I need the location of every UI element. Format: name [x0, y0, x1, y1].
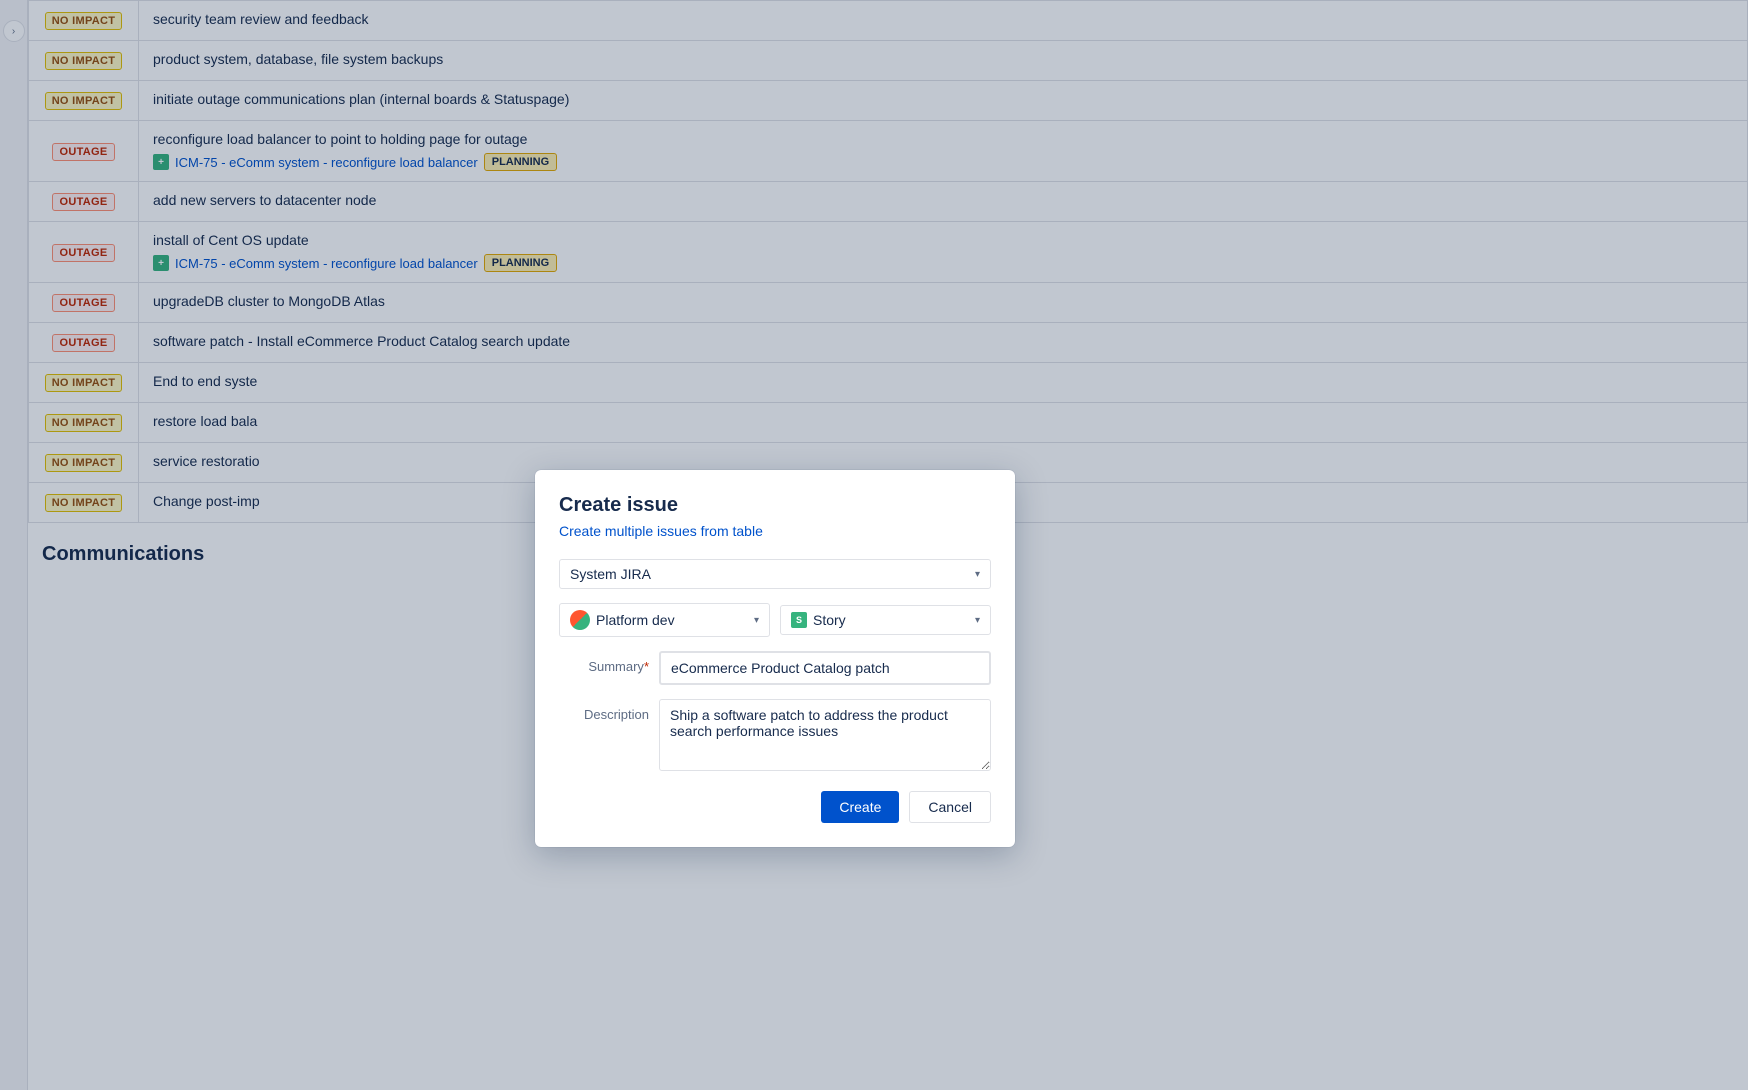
row-description: Change post-imp	[153, 493, 260, 509]
row-description: End to end syste	[153, 373, 257, 389]
row-description: product system, database, file system ba…	[153, 51, 443, 67]
row-description: reconfigure load balancer to point to ho…	[153, 131, 527, 147]
issue-link-text: ICM-75 - eComm system - reconfigure load…	[175, 256, 478, 271]
table-row: OUTAGE upgradeDB cluster to MongoDB Atla…	[29, 283, 1748, 323]
badge-cell: NO IMPACT	[29, 403, 139, 443]
planning-badge: PLANNING	[484, 153, 557, 171]
badge-cell: NO IMPACT	[29, 443, 139, 483]
badge-cell: NO IMPACT	[29, 81, 139, 121]
table-row: OUTAGE install of Cent OS update + ICM-7…	[29, 222, 1748, 283]
project-label: Platform dev	[596, 612, 748, 628]
no-impact-badge: NO IMPACT	[45, 12, 123, 30]
create-issue-modal: Create issue Create multiple issues from…	[535, 470, 1015, 847]
sidebar-toggle-button[interactable]: ›	[3, 20, 25, 42]
cancel-button[interactable]: Cancel	[909, 791, 991, 823]
system-jira-label: System JIRA	[570, 566, 969, 582]
table-row: NO IMPACT restore load bala	[29, 403, 1748, 443]
chevron-down-icon: ▾	[975, 615, 980, 626]
badge-cell: NO IMPACT	[29, 483, 139, 523]
outage-badge: OUTAGE	[52, 334, 114, 352]
create-button[interactable]: Create	[821, 791, 899, 823]
no-impact-badge: NO IMPACT	[45, 52, 123, 70]
sidebar-toggle[interactable]: ›	[0, 0, 28, 1090]
outage-badge: OUTAGE	[52, 294, 114, 312]
description-textarea[interactable]: Ship a software patch to address the pro…	[659, 699, 991, 771]
system-jira-row: System JIRA ▾	[559, 559, 991, 589]
outage-badge: OUTAGE	[52, 143, 114, 161]
issue-link-container: + ICM-75 - eComm system - reconfigure lo…	[153, 153, 1733, 171]
table-row: NO IMPACT End to end syste	[29, 363, 1748, 403]
create-multiple-issues-link[interactable]: Create multiple issues from table	[559, 523, 991, 539]
description-cell: End to end syste	[139, 363, 1748, 403]
system-jira-select[interactable]: System JIRA ▾	[559, 559, 991, 589]
summary-input[interactable]	[659, 651, 991, 685]
description-row: Description Ship a software patch to add…	[559, 699, 991, 771]
description-cell: security team review and feedback	[139, 1, 1748, 41]
row-description: service restoratio	[153, 453, 260, 469]
no-impact-badge: NO IMPACT	[45, 414, 123, 432]
badge-cell: NO IMPACT	[29, 1, 139, 41]
impact-table: NO IMPACT security team review and feedb…	[28, 0, 1748, 523]
issue-icon: +	[153, 255, 169, 271]
table-row: OUTAGE add new servers to datacenter nod…	[29, 182, 1748, 222]
planning-badge: PLANNING	[484, 254, 557, 272]
row-description: upgradeDB cluster to MongoDB Atlas	[153, 293, 385, 309]
table-row: OUTAGE software patch - Install eCommerc…	[29, 323, 1748, 363]
row-description: add new servers to datacenter node	[153, 192, 376, 208]
badge-cell: OUTAGE	[29, 283, 139, 323]
row-description: restore load bala	[153, 413, 257, 429]
badge-cell: OUTAGE	[29, 121, 139, 182]
description-cell: restore load bala	[139, 403, 1748, 443]
story-icon: S	[791, 612, 807, 628]
table-row: NO IMPACT initiate outage communications…	[29, 81, 1748, 121]
no-impact-badge: NO IMPACT	[45, 454, 123, 472]
modal-footer: Create Cancel	[559, 791, 991, 823]
description-cell: product system, database, file system ba…	[139, 41, 1748, 81]
row-description: install of Cent OS update	[153, 232, 309, 248]
modal-title: Create issue	[559, 494, 991, 517]
no-impact-badge: NO IMPACT	[45, 374, 123, 392]
required-indicator: *	[644, 659, 649, 674]
no-impact-badge: NO IMPACT	[45, 92, 123, 110]
no-impact-badge: NO IMPACT	[45, 494, 123, 512]
row-description: software patch - Install eCommerce Produ…	[153, 333, 570, 349]
description-cell: reconfigure load balancer to point to ho…	[139, 121, 1748, 182]
outage-badge: OUTAGE	[52, 193, 114, 211]
badge-cell: OUTAGE	[29, 182, 139, 222]
badge-cell: OUTAGE	[29, 222, 139, 283]
issue-link[interactable]: ICM-75 - eComm system - reconfigure load…	[175, 155, 478, 170]
issue-type-label: Story	[813, 612, 969, 628]
table-row: OUTAGE reconfigure load balancer to poin…	[29, 121, 1748, 182]
issue-link-text: ICM-75 - eComm system - reconfigure load…	[175, 155, 478, 170]
table-row: NO IMPACT product system, database, file…	[29, 41, 1748, 81]
badge-cell: NO IMPACT	[29, 363, 139, 403]
issue-type-select[interactable]: S Story ▾	[780, 605, 991, 635]
description-cell: initiate outage communications plan (int…	[139, 81, 1748, 121]
outage-badge: OUTAGE	[52, 244, 114, 262]
table-row: NO IMPACT security team review and feedb…	[29, 1, 1748, 41]
badge-cell: NO IMPACT	[29, 41, 139, 81]
badge-cell: OUTAGE	[29, 323, 139, 363]
description-label: Description	[559, 699, 649, 722]
issue-link-container: + ICM-75 - eComm system - reconfigure lo…	[153, 254, 1733, 272]
chevron-right-icon: ›	[12, 26, 15, 37]
description-cell: upgradeDB cluster to MongoDB Atlas	[139, 283, 1748, 323]
project-issuetype-row: Platform dev ▾ S Story ▾	[559, 603, 991, 637]
chevron-down-icon: ▾	[975, 569, 980, 580]
project-icon	[570, 610, 590, 630]
issue-link[interactable]: ICM-75 - eComm system - reconfigure load…	[175, 256, 478, 271]
description-cell: add new servers to datacenter node	[139, 182, 1748, 222]
project-select[interactable]: Platform dev ▾	[559, 603, 770, 637]
row-description: security team review and feedback	[153, 11, 369, 27]
summary-row: Summary*	[559, 651, 991, 685]
issue-icon: +	[153, 154, 169, 170]
description-cell: software patch - Install eCommerce Produ…	[139, 323, 1748, 363]
summary-label: Summary*	[559, 651, 649, 674]
description-cell: install of Cent OS update + ICM-75 - eCo…	[139, 222, 1748, 283]
chevron-down-icon: ▾	[754, 615, 759, 626]
row-description: initiate outage communications plan (int…	[153, 91, 569, 107]
